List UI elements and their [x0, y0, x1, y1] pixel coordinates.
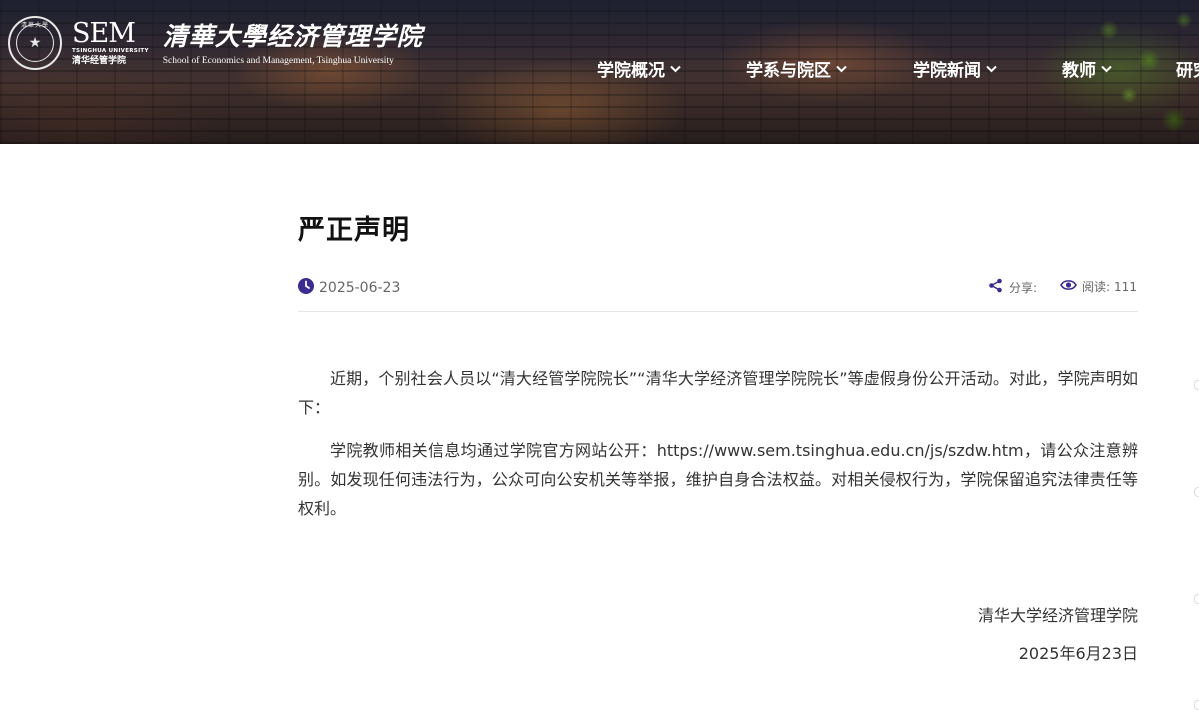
- chevron-down-icon: [669, 62, 682, 75]
- nav-item-label: 研究: [1176, 61, 1199, 81]
- school-name-block: 清華大學经济管理学院 School of Economics and Manag…: [163, 19, 423, 67]
- sem-logo-text: SEM: [72, 17, 136, 49]
- article-title: 严正声明: [298, 215, 410, 246]
- nav-item-label: 学院概况: [597, 61, 665, 81]
- share-label: 分享:: [1009, 280, 1038, 295]
- nav-item-label: 教师: [1062, 61, 1096, 81]
- seal-star-icon: ★: [16, 24, 54, 62]
- meta-divider: [298, 311, 1138, 312]
- article-body: 近期，个别社会人员以“清大经管学院院长”“清华大学经济管理学院院长”等虚假身份公…: [298, 364, 1138, 523]
- nav-item-label: 学院新闻: [913, 61, 981, 81]
- nav-item-label: 学系与院区: [746, 61, 831, 81]
- site-logo-link[interactable]: 清華大學 ★ SEM TSINGHUA UNIVERSITY 清华经管学院 清華…: [8, 15, 423, 71]
- nav-item-departments[interactable]: 学系与院区: [746, 56, 848, 81]
- nav-item-about[interactable]: 学院概况: [597, 56, 682, 81]
- side-scroll-marker: [1194, 594, 1199, 604]
- clock-icon: [298, 278, 319, 298]
- sem-logo-sub-cn: 清华经管学院: [72, 55, 127, 66]
- seal-text: 清華大學: [20, 22, 49, 29]
- view-count-label: 阅读:: [1082, 280, 1111, 294]
- school-name-en: School of Economics and Management, Tsin…: [162, 56, 394, 66]
- sem-logo-sub-en: TSINGHUA UNIVERSITY: [72, 47, 149, 54]
- nav-item-faculty[interactable]: 教师: [1062, 56, 1113, 81]
- eye-icon: [1060, 279, 1082, 294]
- nav-item-news[interactable]: 学院新闻: [913, 56, 998, 81]
- side-scroll-marker: [1194, 380, 1199, 390]
- sem-logo: SEM TSINGHUA UNIVERSITY 清华经管学院: [72, 17, 149, 67]
- view-count-value: 111: [1114, 279, 1137, 294]
- article-paragraph: 学院教师相关信息均通过学院官方网站公开：https://www.sem.tsin…: [298, 441, 1138, 518]
- share-icon: [988, 278, 1009, 296]
- chevron-down-icon: [985, 62, 998, 75]
- view-count: 阅读: 111: [1060, 278, 1137, 295]
- share-button[interactable]: 分享:: [988, 278, 1037, 296]
- chevron-down-icon: [1100, 62, 1113, 75]
- article-meta: 2025-06-23 分享: 阅读: 111: [298, 278, 1138, 298]
- school-name-cn: 清華大學经济管理学院: [162, 22, 423, 51]
- site-header: 清華大學 ★ SEM TSINGHUA UNIVERSITY 清华经管学院 清華…: [0, 0, 1199, 144]
- signature-date: 2025年6月23日: [1018, 644, 1138, 663]
- article-paragraph: 近期，个别社会人员以“清大经管学院院长”“清华大学经济管理学院院长”等虚假身份公…: [298, 369, 1138, 417]
- university-seal-icon: 清華大學 ★: [8, 16, 62, 70]
- publish-date: 2025-06-23: [298, 278, 400, 298]
- side-scroll-marker: [1194, 487, 1199, 497]
- nav-item-research[interactable]: 研究: [1176, 56, 1199, 81]
- chevron-down-icon: [835, 62, 848, 75]
- publish-date-text: 2025-06-23: [319, 280, 401, 296]
- signature-organization: 清华大学经济管理学院: [977, 606, 1138, 625]
